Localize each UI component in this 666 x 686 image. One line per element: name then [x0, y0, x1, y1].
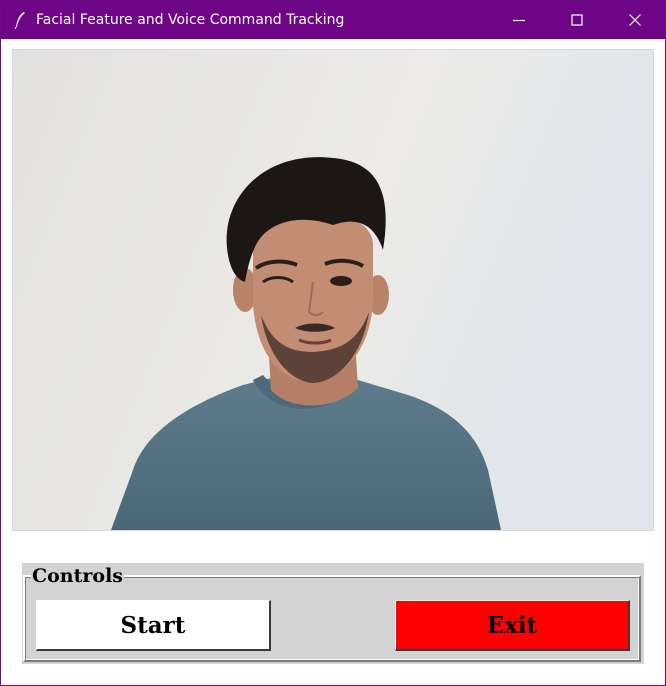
minimize-icon [513, 19, 525, 22]
close-icon [629, 14, 641, 26]
webcam-feed [12, 49, 654, 531]
controls-label: Controls [31, 565, 124, 587]
minimize-button[interactable] [490, 1, 548, 39]
feather-icon [13, 11, 27, 30]
maximize-button[interactable] [548, 1, 606, 39]
close-button[interactable] [606, 1, 664, 39]
start-button[interactable]: Start [36, 600, 271, 651]
window-title: Facial Feature and Voice Command Trackin… [36, 12, 345, 28]
exit-button[interactable]: Exit [395, 600, 630, 651]
app-window: Facial Feature and Voice Command Trackin… [0, 0, 666, 686]
maximize-icon [571, 14, 583, 26]
title-bar[interactable]: Facial Feature and Voice Command Trackin… [1, 1, 665, 39]
controls-panel: Controls Start Exit [22, 563, 644, 664]
